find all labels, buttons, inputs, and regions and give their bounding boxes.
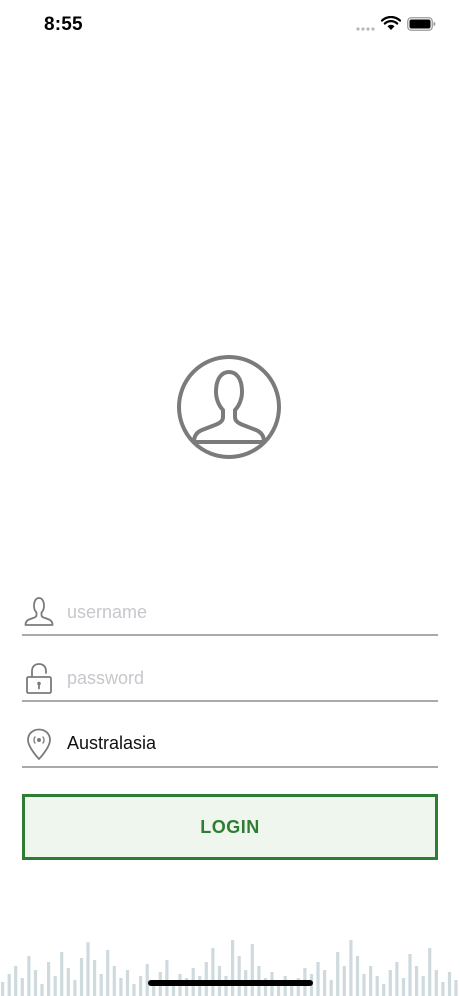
waveform-bar (60, 952, 64, 996)
wifi-icon (381, 16, 401, 30)
waveform-bar (237, 956, 241, 996)
waveform-bar (33, 970, 38, 996)
waveform-bar (165, 960, 169, 996)
status-time: 8:55 (44, 14, 83, 35)
waveform-bar (53, 976, 57, 996)
waveform-bar (421, 976, 425, 996)
battery-icon (407, 17, 436, 31)
location-pin-icon (27, 728, 51, 760)
waveform-bar (441, 982, 445, 996)
waveform-bar (375, 976, 379, 996)
waveform-bar (20, 978, 24, 996)
waveform-bar (342, 966, 346, 996)
waveform-bar (395, 962, 399, 996)
waveform-bar (323, 970, 327, 996)
person-icon (24, 597, 54, 626)
waveform-bar (119, 978, 123, 996)
waveform-bar (316, 962, 320, 996)
waveform-bar (1, 982, 5, 996)
waveform-bar (388, 970, 392, 996)
waveform-bar (125, 970, 130, 996)
waveform-bar (27, 956, 31, 996)
waveform-bar (73, 980, 77, 996)
waveform-bar (329, 980, 333, 996)
waveform-bar (132, 984, 136, 996)
password-input[interactable] (67, 656, 427, 700)
waveform-bar (99, 974, 103, 996)
region-selector[interactable]: Australasia (22, 722, 438, 768)
username-input[interactable] (67, 590, 427, 634)
username-field (22, 590, 438, 636)
waveform-bar (14, 966, 18, 996)
home-indicator (148, 980, 313, 986)
padlock-icon (26, 663, 52, 694)
password-field (22, 656, 438, 702)
waveform-bar (204, 962, 208, 996)
user-avatar-icon (177, 355, 281, 459)
waveform-bar (198, 976, 202, 996)
waveform-bar (349, 940, 353, 996)
waveform-bar (139, 976, 143, 996)
waveform-bar (401, 978, 406, 996)
waveform-bar (355, 956, 360, 996)
waveform-bar (415, 966, 419, 996)
waveform-bar (66, 968, 70, 996)
waveform-bar (362, 974, 366, 996)
waveform-bar (47, 962, 51, 996)
waveform-bar (428, 948, 432, 996)
waveform-bar (106, 950, 110, 996)
waveform-bar (283, 976, 287, 996)
waveform-bar (336, 952, 340, 996)
waveform-bar (86, 942, 90, 996)
status-bar: 8:55 (0, 0, 460, 52)
waveform-bar (7, 974, 11, 996)
waveform-bar (369, 966, 373, 996)
waveform-bar (93, 960, 97, 996)
waveform-bar (250, 944, 254, 996)
waveform-bar (224, 976, 228, 996)
waveform-bar (408, 954, 412, 996)
login-button[interactable]: LOGIN (22, 794, 438, 860)
waveform-bar (382, 984, 386, 996)
waveform-bar (454, 980, 458, 996)
waveform-bar (211, 948, 215, 996)
waveform-bar (447, 972, 452, 996)
waveform-decoration (1, 940, 458, 996)
region-value: Australasia (67, 733, 157, 753)
waveform-bar (231, 940, 235, 996)
waveform-bar (434, 970, 438, 996)
cellular-signal-icon (356, 27, 375, 31)
waveform-bar (40, 984, 44, 996)
waveform-bar (79, 958, 84, 996)
waveform-bar (112, 966, 116, 996)
